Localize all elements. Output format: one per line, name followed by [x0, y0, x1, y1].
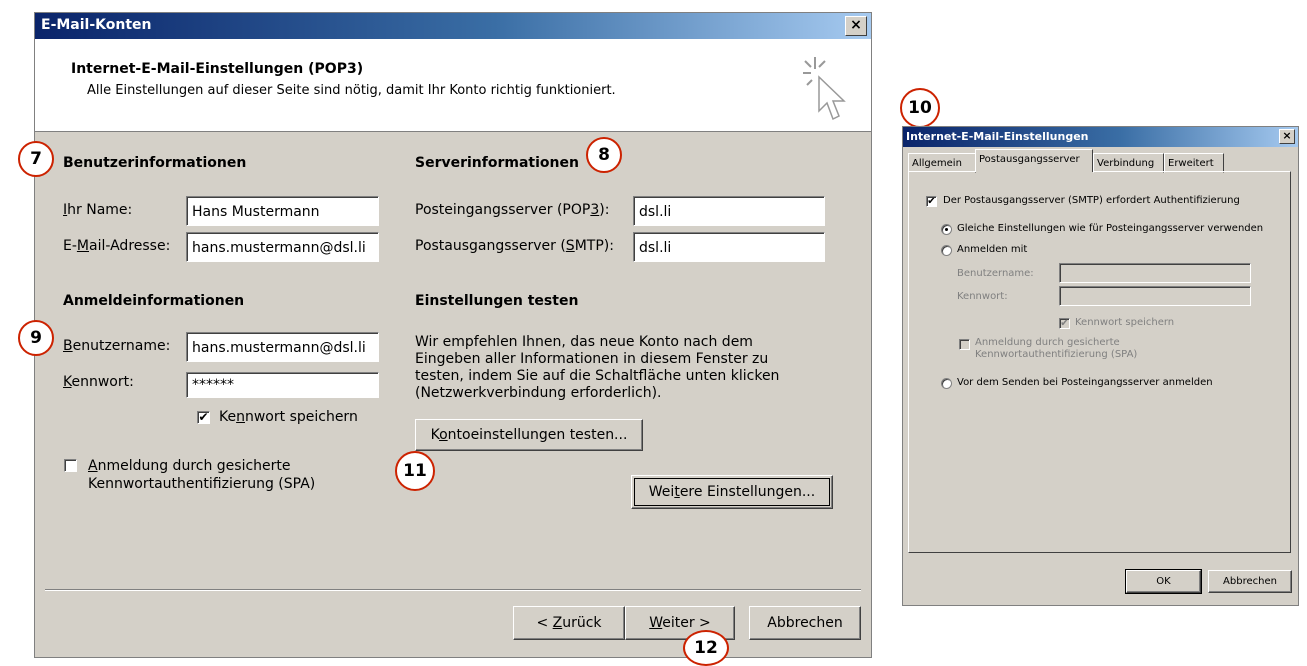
desc-line-1: Wir empfehlen Ihnen, das neue Konto nach… [415, 334, 753, 350]
smtp-close-button[interactable]: × [1279, 129, 1295, 144]
spa-label-line2: Kennwortauthentifizierung (SPA) [88, 476, 316, 492]
header-title: Internet-E-Mail-Einstellungen (POP3) [71, 61, 364, 77]
logon-before-send-label: Vor dem Senden bei Posteingangsserver an… [957, 377, 1213, 388]
tab-allgemein[interactable]: Allgemein [908, 153, 976, 173]
test-account-settings-button[interactable]: Kontoeinstellungen testen... [415, 419, 643, 451]
logon-with-radio[interactable] [941, 245, 952, 256]
step-marker-8: 8 [586, 137, 622, 173]
password-label: Kennwort: [63, 374, 134, 390]
tab-postausgangsserver[interactable]: Postausgangsserver [975, 149, 1093, 172]
requires-auth-checkbox[interactable]: ✔ [926, 196, 937, 207]
same-settings-radio[interactable] [941, 224, 952, 235]
smtp-spa-checkbox[interactable] [959, 339, 970, 350]
name-label: Ihr Name: [63, 202, 133, 218]
step-marker-11: 11 [395, 451, 435, 491]
remember-password-label: Kennwort speichern [219, 409, 358, 425]
username-input[interactable]: hans.mustermann@dsl.li [186, 332, 379, 362]
same-settings-label: Gleiche Einstellungen wie für Posteingan… [957, 223, 1264, 234]
incoming-server-input[interactable]: dsl.li [633, 196, 825, 226]
smtp-username-input[interactable] [1059, 263, 1251, 283]
test-settings-title: Einstellungen testen [415, 293, 579, 309]
tab-verbindung[interactable]: Verbindung [1093, 153, 1164, 173]
remember-password-checkbox[interactable]: ✔ [197, 411, 210, 424]
step-marker-10: 10 [900, 88, 940, 128]
smtp-password-input[interactable] [1059, 286, 1251, 306]
logon-before-send-radio[interactable] [941, 378, 952, 389]
outgoing-server-label: Postausgangsserver (SMTP): [415, 238, 614, 254]
smtp-remember-password-label: Kennwort speichern [1075, 317, 1175, 328]
header-subtitle: Alle Einstellungen auf dieser Seite sind… [87, 83, 616, 98]
back-button[interactable]: < Zurück [513, 606, 625, 640]
name-input[interactable]: Hans Mustermann [186, 196, 379, 226]
smtp-title-bar: Internet-E-Mail-Einstellungen × [903, 127, 1298, 147]
username-label: Benutzername: [63, 338, 171, 354]
smtp-spa-label: Anmeldung durch gesicherte Kennwortauthe… [975, 337, 1137, 361]
spa-checkbox[interactable] [64, 459, 77, 472]
email-accounts-dialog: E-Mail-Konten × Internet-E-Mail-Einstell… [34, 12, 872, 658]
internet-email-settings-dialog: Internet-E-Mail-Einstellungen × Allgemei… [902, 126, 1299, 606]
server-info-title: Serverinformationen [415, 155, 579, 171]
requires-auth-label: Der Postausgangsserver (SMTP) erfordert … [943, 195, 1240, 206]
smtp-cancel-button[interactable]: Abbrechen [1208, 570, 1292, 593]
window-title: E-Mail-Konten [41, 17, 152, 33]
smtp-username-label: Benutzername: [957, 268, 1034, 279]
incoming-server-label: Posteingangsserver (POP3): [415, 202, 610, 218]
email-label: E-Mail-Adresse: [63, 238, 171, 254]
title-bar: E-Mail-Konten × [35, 13, 871, 39]
smtp-spa-line-1: Anmeldung durch gesicherte [975, 337, 1120, 348]
test-settings-description: Wir empfehlen Ihnen, das neue Konto nach… [415, 334, 779, 402]
desc-line-3: testen, indem Sie auf die Schaltfläche u… [415, 368, 780, 384]
smtp-window-title: Internet-E-Mail-Einstellungen [906, 130, 1089, 143]
step-marker-9: 9 [18, 320, 54, 356]
smtp-spa-line-2: Kennwortauthentifizierung (SPA) [975, 349, 1138, 360]
step-marker-12: 12 [683, 630, 729, 666]
close-button[interactable]: × [845, 16, 867, 36]
smtp-password-label: Kennwort: [957, 291, 1008, 302]
password-input[interactable]: ****** [186, 372, 379, 398]
user-info-title: Benutzerinformationen [63, 155, 247, 171]
desc-line-4: (Netzwerkverbindung erforderlich). [415, 385, 662, 401]
ok-button[interactable]: OK [1125, 569, 1202, 594]
footer-separator [45, 589, 861, 591]
cursor-sparkle-icon [803, 57, 846, 121]
smtp-remember-password-checkbox[interactable]: ✔ [1059, 318, 1070, 329]
email-input[interactable]: hans.mustermann@dsl.li [186, 232, 379, 262]
more-settings-button[interactable]: Weitere Einstellungen... [631, 475, 833, 509]
outgoing-server-input[interactable]: dsl.li [633, 232, 825, 262]
logon-info-title: Anmeldeinformationen [63, 293, 245, 309]
desc-line-2: Eingeben aller Informationen in diesem F… [415, 351, 769, 367]
dialog-header: Internet-E-Mail-Einstellungen (POP3) All… [35, 39, 871, 132]
step-marker-7: 7 [18, 141, 54, 177]
tab-erweitert[interactable]: Erweitert [1164, 153, 1224, 173]
logon-with-label: Anmelden mit [957, 244, 1028, 255]
cancel-button[interactable]: Abbrechen [749, 606, 861, 640]
spa-label: Anmeldung durch gesicherte Kennwortauthen… [88, 458, 316, 492]
